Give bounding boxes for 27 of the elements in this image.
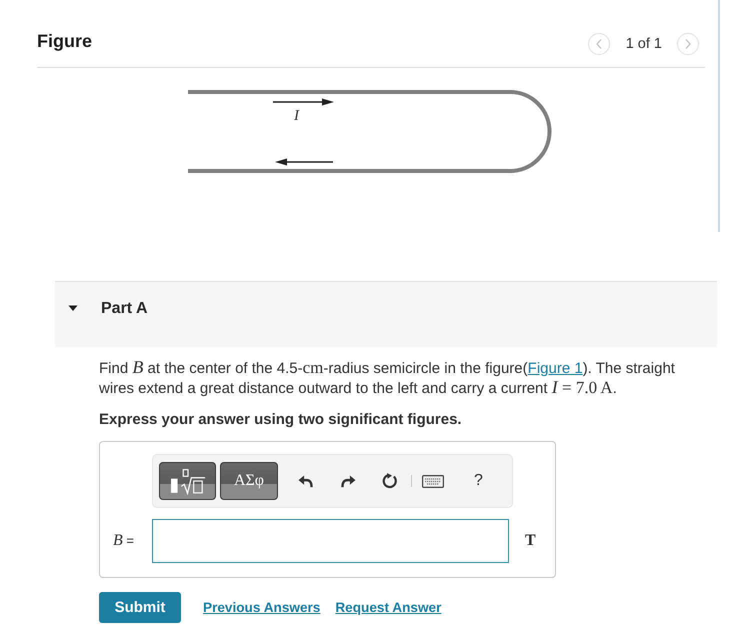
chevron-left-icon xyxy=(596,39,602,49)
keyboard-icon[interactable] xyxy=(422,474,444,488)
current-label: I xyxy=(294,108,299,124)
answer-label: B = xyxy=(112,532,135,550)
figure-title: Figure xyxy=(37,30,92,52)
part-title: Part A xyxy=(101,299,148,318)
reset-icon[interactable] xyxy=(382,473,398,489)
chevron-right-icon xyxy=(685,39,691,49)
part-header[interactable]: Part A xyxy=(55,281,717,347)
redo-icon[interactable] xyxy=(341,474,356,488)
submit-button[interactable]: Submit xyxy=(99,592,181,623)
question-text: Find B at the center of the 4.5-cm-radius semicircle in the figure(Figure 1). The straight wires extend a great distance outward to the left and carry a current I = 7.0 A. xyxy=(99,358,676,398)
page-counter: 1 of 1 xyxy=(626,36,662,52)
figure-link[interactable]: Figure 1 xyxy=(528,360,583,377)
instruction-text: Express your answer using two significant figures. xyxy=(99,410,463,429)
request-answer-link[interactable]: Request Answer xyxy=(335,600,442,615)
current-arrow xyxy=(273,98,334,106)
root-template-icon xyxy=(170,468,206,494)
templates-button[interactable] xyxy=(159,462,216,500)
symbols-button[interactable]: ΑΣφ xyxy=(220,462,278,500)
answer-input[interactable] xyxy=(152,519,509,563)
undo-icon[interactable] xyxy=(298,474,313,488)
expand-triangle-icon[interactable] xyxy=(68,303,78,313)
current-arrow xyxy=(275,158,333,166)
help-button[interactable]: ? xyxy=(474,472,483,490)
unit-label: T xyxy=(525,532,536,550)
previous-answers-link[interactable]: Previous Answers xyxy=(203,600,320,615)
